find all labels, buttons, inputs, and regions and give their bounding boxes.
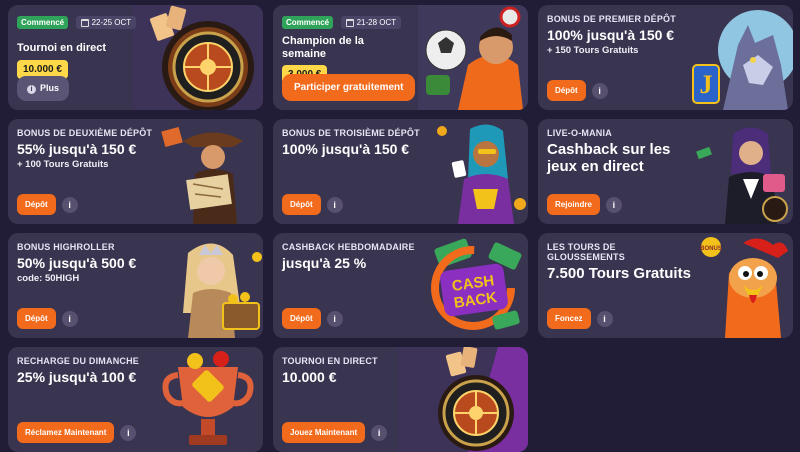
promo-label: BONUS HIGHROLLER (17, 242, 115, 252)
promo-card-weekly-cashback[interactable]: CASHBACK HEBDOMADAIRE jusqu'à 25 % Dépôt… (273, 233, 528, 338)
date-badge: 21-28 OCT (340, 16, 402, 30)
status-badge: Commencé (17, 16, 69, 30)
promo-title: 100% jusqu'à 150 € (282, 141, 410, 157)
info-icon[interactable]: i (61, 196, 78, 213)
promo-title: 50% jusqu'à 500 € (17, 255, 137, 271)
date-badge: 22-25 OCT (75, 16, 137, 30)
deposit-button[interactable]: Dépôt (282, 308, 321, 329)
promo-card-live-tournament[interactable]: TOURNOI EN DIRECT 10.000 € Jouez Mainten… (273, 347, 528, 452)
calendar-icon (345, 18, 354, 27)
promo-card-sunday-reload[interactable]: RECHARGE DU DIMANCHE 25% jusqu'à 100 € R… (8, 347, 263, 452)
info-icon[interactable]: i (326, 310, 343, 327)
promo-title: 25% jusqu'à 100 € (17, 369, 137, 385)
promo-card-chicken-spins[interactable]: LES TOURS DE GLOUSSEMENTS 7.500 Tours Gr… (538, 233, 793, 338)
promo-card-third-deposit[interactable]: BONUS DE TROISIÈME DÉPÔT 100% jusqu'à 15… (273, 119, 528, 224)
promo-card-weekly-champion[interactable]: Commencé 21-28 OCT Champion de la semain… (273, 5, 528, 110)
join-button[interactable]: Rejoindre (547, 194, 600, 215)
promo-title: 10.000 € (282, 369, 337, 385)
promo-label: LES TOURS DE GLOUSSEMENTS (547, 242, 625, 262)
promo-card-live-o-mania[interactable]: LIVE-O-MANIA Cashback sur les jeux en di… (538, 119, 793, 224)
info-icon[interactable]: i (326, 196, 343, 213)
promotions-grid: Commencé 22-25 OCT Tournoi en direct 10.… (8, 5, 793, 452)
queen-with-treasure-image (183, 243, 262, 338)
calendar-icon (80, 18, 89, 27)
participate-free-button[interactable]: Participer gratuitement (282, 74, 416, 101)
more-button[interactable]: i Plus (17, 76, 70, 101)
info-icon[interactable]: i (596, 310, 613, 327)
promo-title: 100% jusqu'à 150 € (547, 27, 675, 43)
promo-title: Tournoi en direct (17, 42, 107, 54)
jackpot-letter: J (700, 70, 713, 99)
deposit-button[interactable]: Dépôt (17, 194, 56, 215)
promo-label: BONUS DE DEUXIÈME DÉPÔT (17, 128, 153, 138)
info-icon: i (27, 85, 36, 94)
deposit-button[interactable]: Dépôt (17, 308, 56, 329)
promo-card-tournament[interactable]: Commencé 22-25 OCT Tournoi en direct 10.… (8, 5, 263, 110)
info-icon[interactable]: i (591, 82, 608, 99)
promo-subtitle: code: 50HIGH (17, 273, 80, 284)
promo-label: BONUS DE TROISIÈME DÉPÔT (282, 128, 420, 138)
promo-subtitle: + 150 Tours Gratuits (547, 45, 639, 56)
promo-title: Cashback sur les jeux en direct (547, 141, 671, 175)
promo-label: CASHBACK HEBDOMADAIRE (282, 242, 415, 252)
promo-subtitle: + 100 Tours Gratuits (17, 159, 109, 170)
promo-card-second-deposit[interactable]: BONUS DE DEUXIÈME DÉPÔT 55% jusqu'à 150 … (8, 119, 263, 224)
bonus-coin-text: BONUS (700, 246, 722, 252)
promo-label: BONUS DE PREMIER DÉPÔT (547, 14, 676, 24)
promo-label: LIVE-O-MANIA (547, 128, 612, 138)
promo-title: 55% jusqu'à 150 € (17, 141, 137, 157)
promo-label: RECHARGE DU DIMANCHE (17, 356, 140, 366)
status-badge: Commencé (282, 16, 334, 30)
promo-card-first-deposit[interactable]: BONUS DE PREMIER DÉPÔT 100% jusqu'à 150 … (538, 5, 793, 110)
deposit-button[interactable]: Dépôt (282, 194, 321, 215)
info-icon[interactable]: i (605, 196, 622, 213)
promo-card-highroller[interactable]: BONUS HIGHROLLER 50% jusqu'à 500 € code:… (8, 233, 263, 338)
promo-title: 7.500 Tours Gratuits (547, 265, 691, 282)
promo-title: jusqu'à 25 % (282, 255, 367, 271)
go-button[interactable]: Foncez (547, 308, 591, 329)
info-icon[interactable]: i (61, 310, 78, 327)
promo-title: Champion de la semaine (282, 35, 364, 60)
deposit-button[interactable]: Dépôt (547, 80, 586, 101)
promo-label: TOURNOI EN DIRECT (282, 356, 378, 366)
